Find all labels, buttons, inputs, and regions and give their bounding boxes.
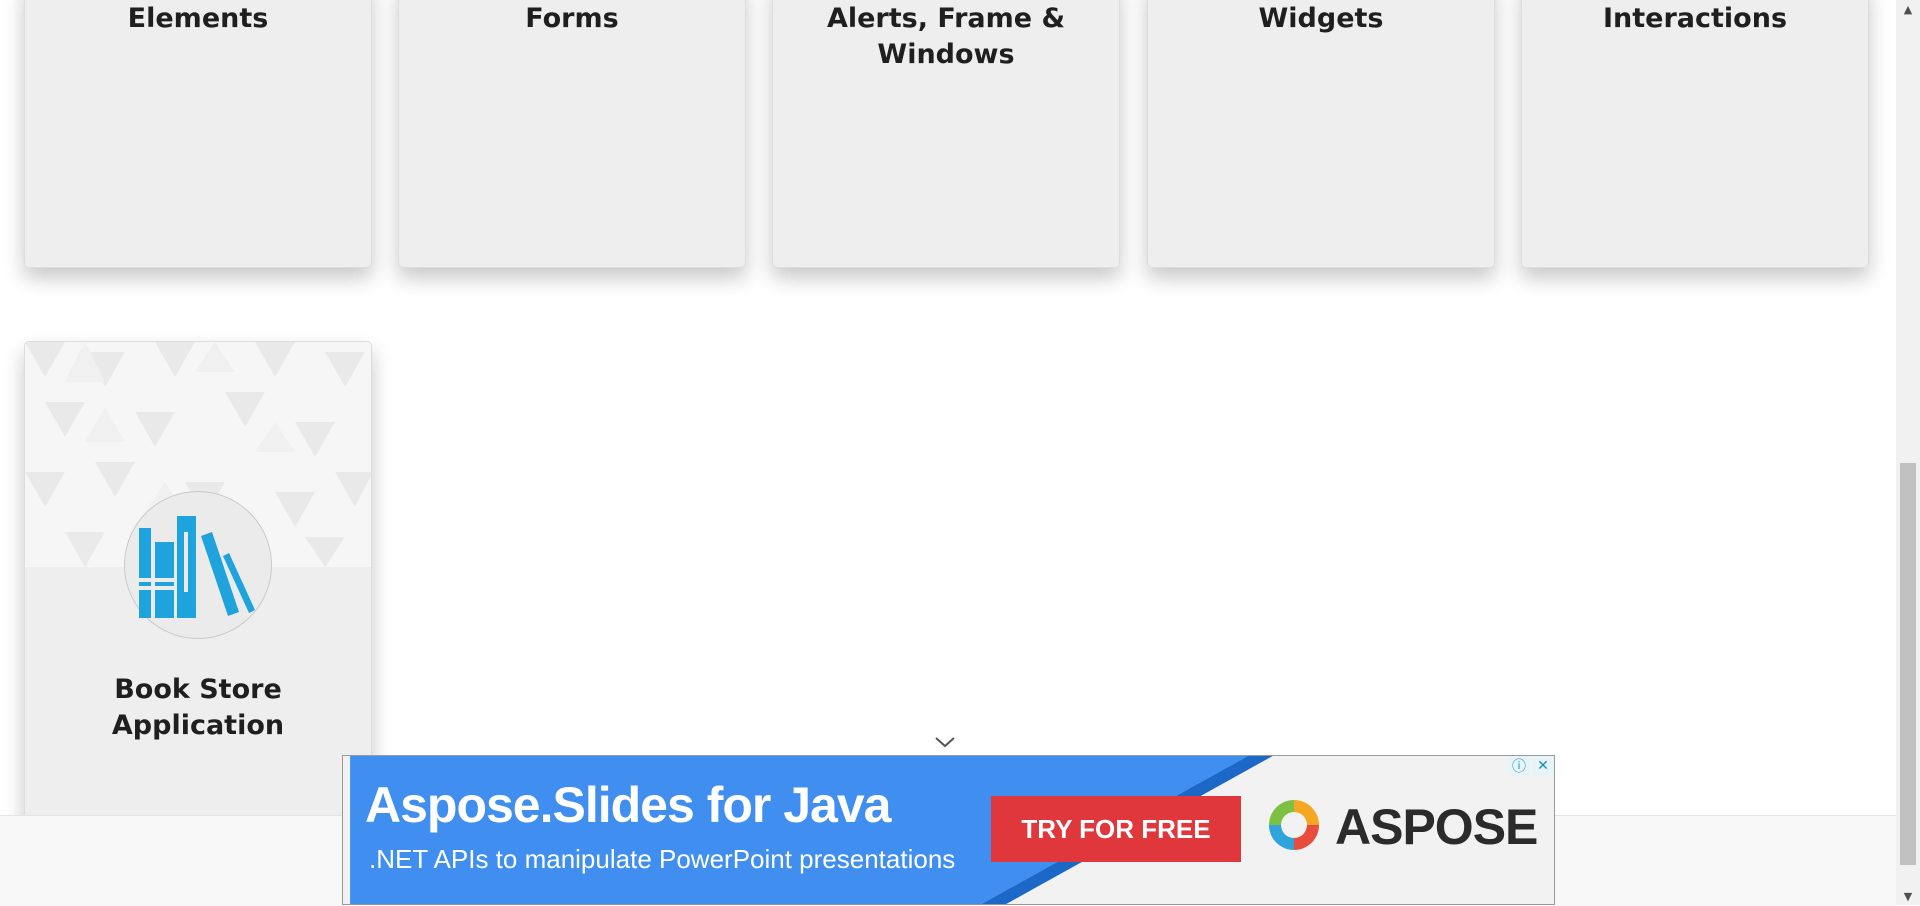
info-icon[interactable]: ⓘ [1508,756,1530,776]
aspose-logo-icon [1263,794,1325,856]
advertisement-banner[interactable]: Aspose.Slides for Java .NET APIs to mani… [342,755,1555,905]
scroll-up-arrow-icon[interactable]: ▲ [1896,0,1920,18]
ad-subtext: .NET APIs to manipulate PowerPoint prese… [369,844,956,874]
scrollbar-thumb[interactable] [1900,463,1916,865]
card-title: Interactions [1602,3,1788,34]
card-interactions[interactable]: Interactions [1521,0,1869,268]
card-title: Alerts, Frame & Windows [826,3,1066,70]
card-title: Forms [525,3,619,34]
card-forms[interactable]: Forms [398,0,746,268]
try-for-free-button[interactable]: TRY FOR FREE [991,796,1241,862]
aspose-brand-text: ASPOSE [1335,799,1538,855]
card-widgets[interactable]: Widgets [1147,0,1495,268]
card-title: Elements [127,3,269,34]
vertical-scrollbar[interactable]: ▲ ▼ [1896,0,1920,905]
close-icon[interactable]: ✕ [1532,756,1554,776]
card-book-store-application[interactable]: Book Store Application [24,341,372,841]
card-title: Book Store Application [111,674,285,741]
card-alerts-frame-windows[interactable]: Alerts, Frame & Windows [772,0,1120,268]
card-elements[interactable]: Elements [24,0,372,268]
card-title: Widgets [1258,3,1384,34]
books-icon [124,491,272,639]
scroll-down-arrow-icon[interactable]: ▼ [1896,887,1920,905]
ad-headline: Aspose.Slides for Java [365,777,891,833]
chevron-down-icon[interactable] [930,733,960,753]
